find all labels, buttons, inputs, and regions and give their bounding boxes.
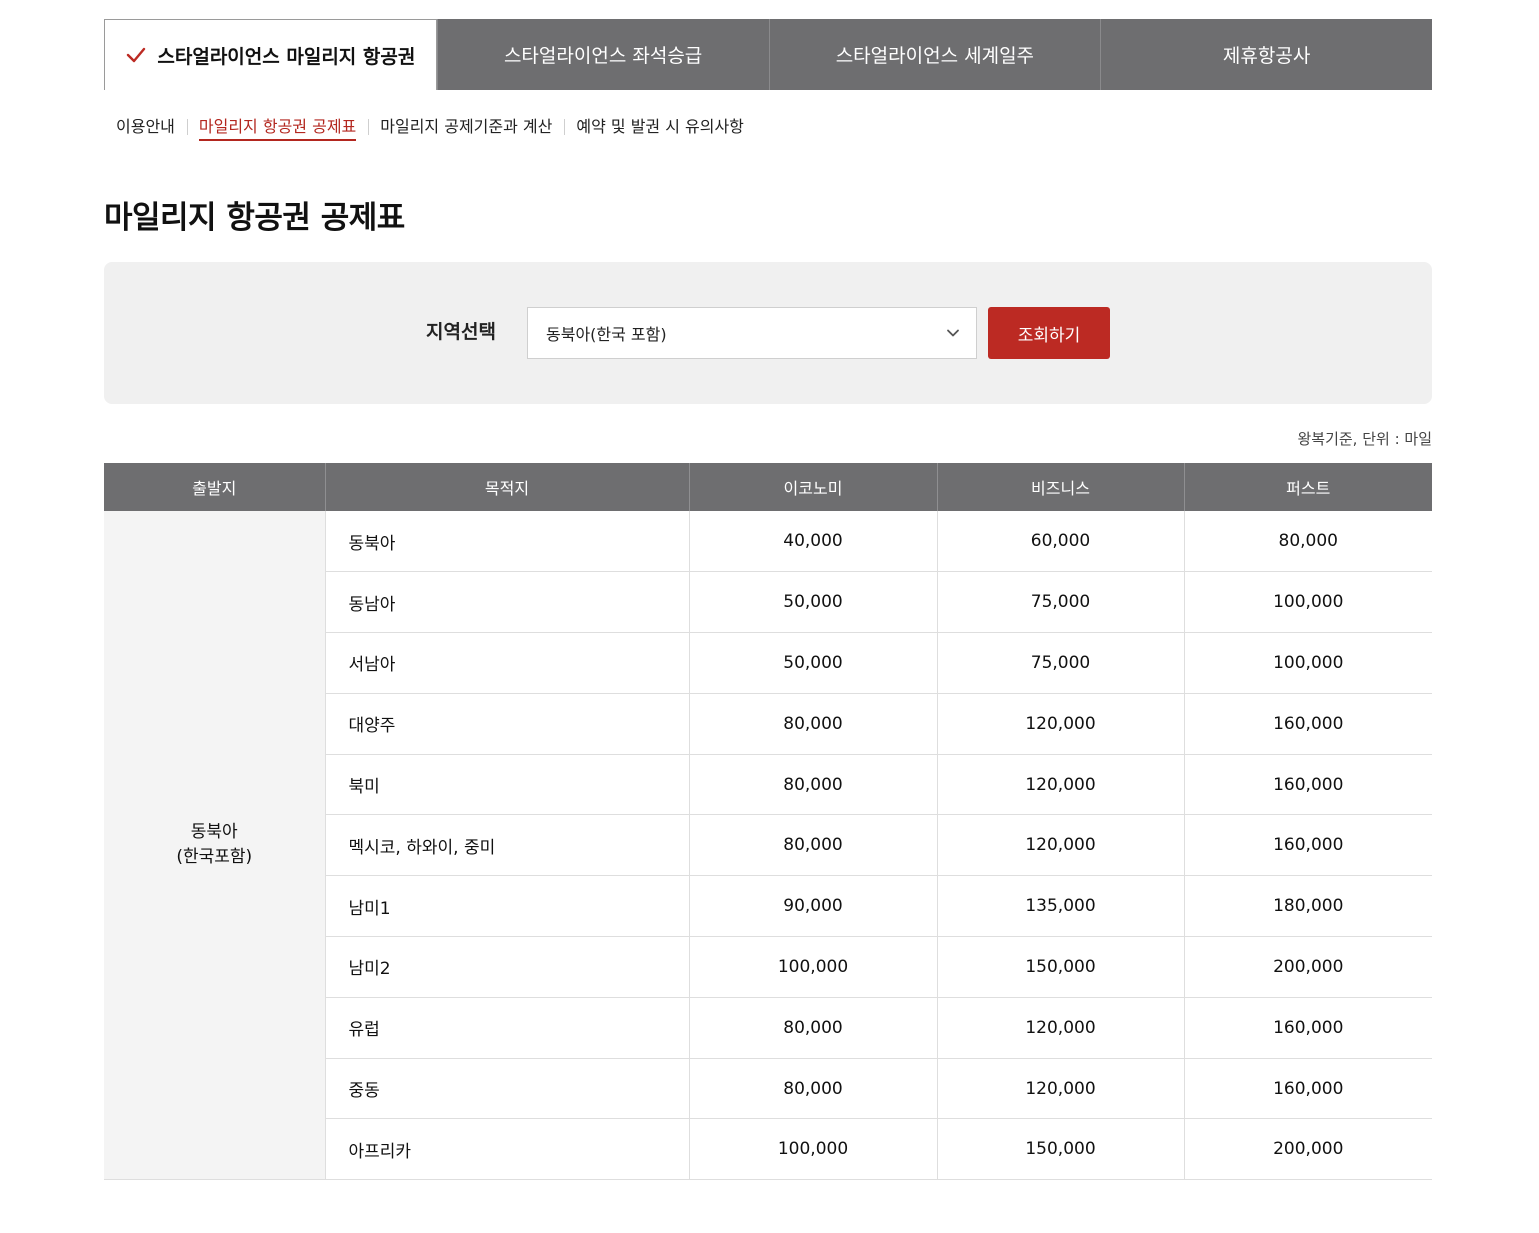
mileage-deduction-table: 출발지 목적지 이코노미 비즈니스 퍼스트 동북아 (한국포함) 동북아 40,000… — [104, 463, 1432, 1181]
economy-cell: 80,000 — [689, 754, 938, 816]
first-class-cell: 100,000 — [1184, 571, 1432, 634]
region-select-value: 동북아(한국 포함) — [546, 325, 667, 344]
region-filter-panel: 지역선택 동북아(한국 포함) 조회하기 — [104, 262, 1432, 404]
economy-cell: 80,000 — [689, 693, 938, 755]
destination-cell: 중동 — [325, 1058, 690, 1120]
business-cell: 135,000 — [937, 875, 1185, 938]
first-class-cell: 80,000 — [1184, 511, 1432, 573]
economy-cell: 90,000 — [689, 875, 938, 938]
business-cell: 120,000 — [937, 754, 1185, 816]
header-destination: 목적지 — [324, 463, 689, 511]
header-first: 퍼스트 — [1183, 463, 1432, 511]
region-select[interactable]: 동북아(한국 포함) — [527, 307, 977, 359]
chevron-down-icon — [947, 329, 959, 337]
business-cell: 120,000 — [937, 814, 1185, 877]
first-class-cell: 160,000 — [1184, 754, 1432, 816]
first-class-cell: 160,000 — [1184, 1058, 1432, 1120]
first-class-cell: 160,000 — [1184, 693, 1432, 755]
tab-round-the-world[interactable]: 스타얼라이언스 세계일주 — [768, 19, 1101, 90]
first-class-cell: 160,000 — [1184, 997, 1432, 1059]
business-cell: 120,000 — [937, 693, 1185, 755]
top-tabs: 스타얼라이언스 마일리지 항공권 스타얼라이언스 좌석승급 스타얼라이언스 세계… — [104, 19, 1432, 90]
header-economy: 이코노미 — [688, 463, 937, 511]
tab-star-alliance-award[interactable]: 스타얼라이언스 마일리지 항공권 — [104, 19, 437, 90]
business-cell: 120,000 — [937, 1058, 1185, 1120]
first-class-cell: 160,000 — [1184, 814, 1432, 877]
economy-cell: 80,000 — [689, 997, 938, 1059]
subnav-item-deduction-criteria[interactable]: 마일리지 공제기준과 계산 — [368, 114, 564, 140]
destination-cell: 유럽 — [325, 997, 690, 1059]
destination-cell: 서남아 — [325, 632, 690, 694]
economy-cell: 80,000 — [689, 814, 938, 877]
economy-cell: 50,000 — [689, 632, 938, 694]
economy-cell: 50,000 — [689, 571, 938, 634]
tab-label: 스타얼라이언스 마일리지 항공권 — [157, 45, 416, 68]
tab-star-alliance-upgrade[interactable]: 스타얼라이언스 좌석승급 — [436, 19, 769, 90]
header-business: 비즈니스 — [936, 463, 1184, 511]
business-cell: 150,000 — [937, 936, 1185, 998]
subnav-item-label: 이용안내 — [116, 117, 175, 136]
subnav-item-label: 마일리지 항공권 공제표 — [198, 117, 357, 141]
economy-cell: 80,000 — [689, 1058, 938, 1120]
first-class-cell: 180,000 — [1184, 875, 1432, 938]
subnav-item-label: 예약 및 발권 시 유의사항 — [576, 117, 744, 136]
origin-cell: 동북아 (한국포함) — [104, 511, 326, 1181]
destination-cell: 북미 — [325, 754, 690, 816]
origin-region: 동북아 — [190, 822, 238, 843]
sub-navigation: 이용안내 마일리지 항공권 공제표 마일리지 공제기준과 계산 예약 및 발권 … — [104, 114, 756, 141]
economy-cell: 100,000 — [689, 1118, 938, 1181]
subnav-item-booking-notes[interactable]: 예약 및 발권 시 유의사항 — [564, 114, 756, 140]
first-class-cell: 200,000 — [1184, 936, 1432, 998]
subnav-item-guide[interactable]: 이용안내 — [104, 114, 187, 140]
destination-cell: 대양주 — [325, 693, 690, 755]
first-class-cell: 200,000 — [1184, 1118, 1432, 1181]
economy-cell: 40,000 — [689, 511, 938, 573]
destination-cell: 남미2 — [325, 936, 690, 998]
economy-cell: 100,000 — [689, 936, 938, 998]
search-button[interactable]: 조회하기 — [988, 307, 1110, 359]
business-cell: 75,000 — [937, 571, 1185, 634]
unit-note: 왕복기준, 단위 : 마일 — [1297, 430, 1432, 448]
tab-label: 스타얼라이언스 좌석승급 — [503, 45, 703, 67]
check-icon — [127, 47, 146, 63]
tab-label: 스타얼라이언스 세계일주 — [835, 45, 1035, 67]
first-class-cell: 100,000 — [1184, 632, 1432, 694]
subnav-item-label: 마일리지 공제기준과 계산 — [380, 117, 553, 136]
destination-cell: 남미1 — [325, 875, 690, 938]
page-title: 마일리지 항공권 공제표 — [104, 200, 405, 236]
business-cell: 150,000 — [937, 1118, 1185, 1181]
tab-label: 제휴항공사 — [1222, 45, 1311, 67]
table-row: 동북아 (한국포함) 동북아 40,000 60,000 80,000 — [104, 511, 1432, 1181]
business-cell: 75,000 — [937, 632, 1185, 694]
region-select-label: 지역선택 — [426, 321, 496, 343]
origin-region-note: (한국포함) — [176, 847, 253, 868]
destination-cell: 동남아 — [325, 571, 690, 634]
destination-cell: 동북아 — [325, 511, 690, 573]
business-cell: 60,000 — [937, 511, 1185, 573]
destination-cell: 멕시코, 하와이, 중미 — [325, 814, 690, 877]
tab-partner-airlines[interactable]: 제휴항공사 — [1100, 19, 1432, 90]
business-cell: 120,000 — [937, 997, 1185, 1059]
header-origin: 출발지 — [104, 463, 325, 511]
table-header-row: 출발지 목적지 이코노미 비즈니스 퍼스트 — [104, 463, 1432, 511]
destination-cell: 아프리카 — [325, 1118, 690, 1181]
subnav-item-deduction-table[interactable]: 마일리지 항공권 공제표 — [186, 114, 368, 141]
